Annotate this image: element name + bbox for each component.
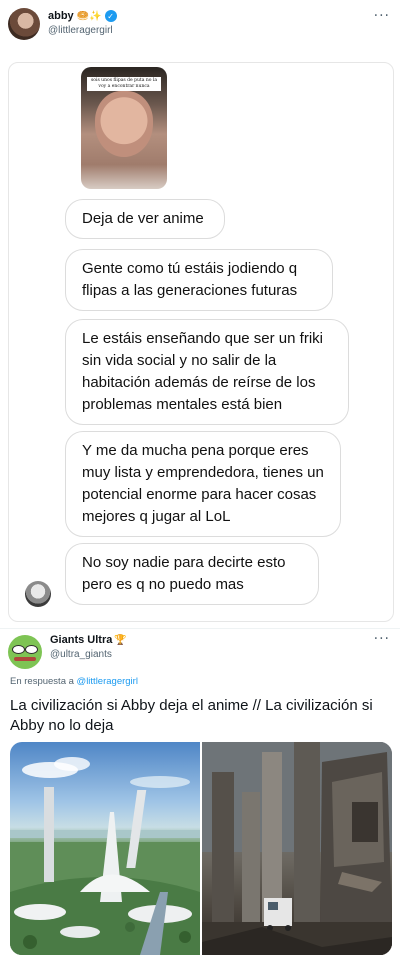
chat-message: Le estáis enseñando que ser un friki sin… xyxy=(65,319,349,425)
utopian-city-illustration xyxy=(10,757,200,955)
chat-message: Y me da mucha pena porque eres muy lista… xyxy=(65,431,341,537)
author-name-emojis: 🥯✨ xyxy=(76,10,102,22)
photo-caption: sois unos flipas de puta no la voy a enc… xyxy=(87,77,161,91)
chat-screenshot[interactable]: sois unos flipas de puta no la voy a enc… xyxy=(8,62,394,622)
photo-face xyxy=(95,91,153,157)
chat-photo-attachment: sois unos flipas de puta no la voy a enc… xyxy=(81,67,167,189)
avatar-mouth xyxy=(14,657,36,661)
author-display-name[interactable]: abby xyxy=(48,10,74,22)
reply-media[interactable] xyxy=(10,742,392,955)
reply-tweet: Giants Ultra 🏆 @ultra_giants ··· En resp… xyxy=(0,629,400,963)
chat-message: Deja de ver anime xyxy=(65,199,225,239)
reply-author-handle[interactable]: @ultra_giants xyxy=(50,649,112,660)
avatar-eye-left xyxy=(12,645,25,654)
in-reply-to-prefix: En respuesta a xyxy=(10,676,74,687)
author-name-row[interactable]: abby 🥯✨ ✓ xyxy=(48,10,117,22)
author-handle[interactable]: @littleragergirl xyxy=(48,25,113,36)
chat-message: No soy nadie para decirte esto pero es q… xyxy=(65,543,319,605)
ruined-city-illustration xyxy=(202,742,392,955)
in-reply-to: En respuesta a @littleragergirl xyxy=(10,676,138,687)
chat-sender-avatar xyxy=(25,581,51,607)
chat-message: Gente como tú estáis jodiendo q flipas a… xyxy=(65,249,333,311)
ruined-city-image[interactable] xyxy=(202,742,392,955)
author-avatar[interactable] xyxy=(8,8,40,40)
verified-badge-icon: ✓ xyxy=(104,10,117,22)
more-options-icon[interactable]: ··· xyxy=(374,8,390,24)
trophy-icon: 🏆 xyxy=(114,634,127,646)
reply-text: La civilización si Abby deja el anime //… xyxy=(10,697,373,734)
reply-author-display-name[interactable]: Giants Ultra xyxy=(50,634,112,646)
original-tweet: abby 🥯✨ ✓ @littleragergirl ··· sois unos… xyxy=(0,0,400,626)
reply-author-avatar[interactable] xyxy=(8,635,42,669)
utopian-city-image[interactable] xyxy=(10,742,200,955)
reply-more-options-icon[interactable]: ··· xyxy=(374,631,390,647)
reply-author-name-row[interactable]: Giants Ultra 🏆 xyxy=(50,634,127,646)
in-reply-to-link[interactable]: @littleragergirl xyxy=(77,676,138,687)
avatar-eye-right xyxy=(25,645,38,654)
